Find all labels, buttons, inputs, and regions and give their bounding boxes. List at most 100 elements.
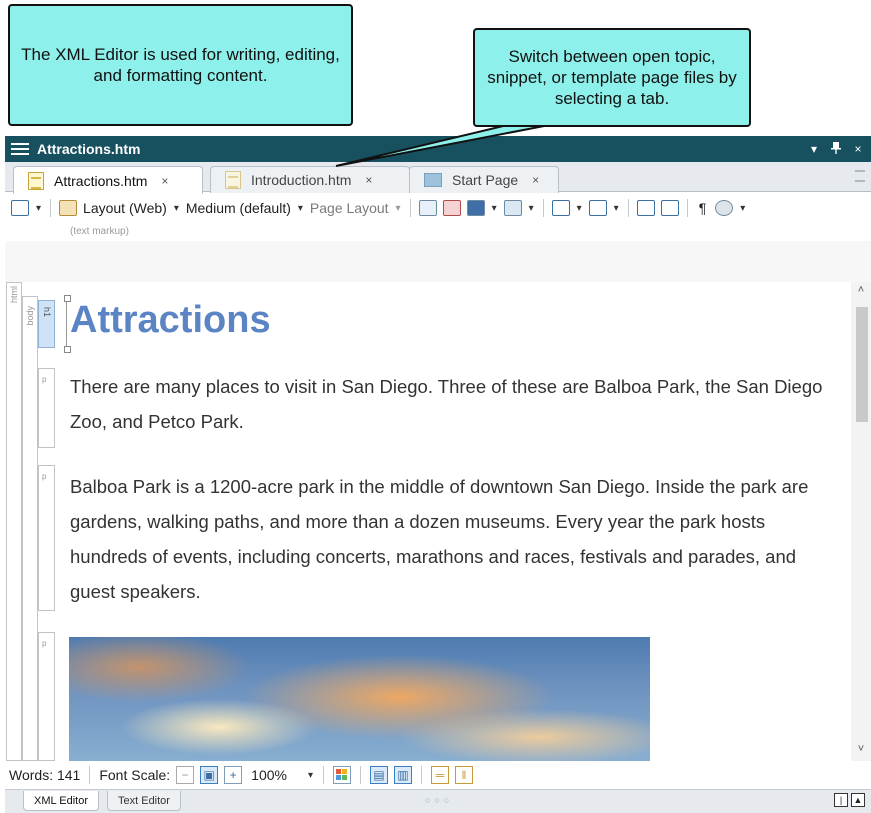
vertical-ruler-icon[interactable]: ‖ [455,766,474,784]
document-paragraph[interactable]: Balboa Park is a 1200-acre park in the m… [70,469,835,609]
horizontal-ruler-icon[interactable]: ═ [431,766,450,784]
window-title: Attractions.htm [37,141,141,157]
statusbar-separator [421,766,423,784]
pin-icon[interactable] [827,141,845,157]
medium-dropdown[interactable]: Medium (default) [186,200,291,216]
toolbar-separator [542,199,544,217]
text-dropdown[interactable]: ▾ [614,203,619,214]
toolbar-separator [50,199,52,217]
tab-text-editor[interactable]: Text Editor [107,791,181,811]
font-scale-label: Font Scale: [99,767,171,783]
text-markup-label: (text markup) [70,226,129,237]
word-count: Words: 141 [9,767,81,783]
vertical-scrollbar[interactable]: ˄ ˅ [851,282,871,761]
tab-start-page[interactable]: Start Page × [409,166,559,193]
preview-icon[interactable] [11,200,29,216]
variable-icon[interactable] [551,200,570,216]
document-paragraph[interactable]: There are many places to visit in San Di… [70,369,835,439]
scroll-down-icon[interactable]: ˅ [851,743,871,761]
menu-icon[interactable] [11,142,29,156]
font-scale-decrease-icon[interactable]: − [176,766,195,784]
resize-grip-icon[interactable]: ○○○ [425,795,453,805]
tab-close-icon[interactable]: × [532,173,539,187]
tab-label: Introduction.htm [251,172,352,188]
callout-tabs: Switch between open topic, snippet, or t… [473,28,751,127]
concept-icon[interactable] [660,200,679,216]
window-titlebar: Attractions.htm ▾ × [5,136,871,162]
tab-close-icon[interactable]: × [161,174,168,188]
page-layout-dropdown[interactable]: Page Layout [310,200,389,216]
editor-content[interactable]: html body h1 p p p Attractions There are… [5,282,871,761]
show-blocks-dropdown[interactable]: ▾ [492,203,497,214]
structure-label-p: p [42,639,47,648]
markers-icon[interactable] [503,200,522,216]
tracking-dropdown[interactable]: ▾ [740,203,745,214]
tab-close-icon[interactable]: × [365,173,372,187]
zoom-dropdown-icon[interactable]: ▾ [308,770,313,781]
statusbar-separator [323,766,325,784]
zoom-level[interactable]: 100% [251,767,287,783]
scrollbar-thumb[interactable] [856,307,868,422]
structure-label-p: p [42,375,47,384]
pilcrow-icon[interactable]: ¶ [699,200,707,216]
show-blocks-icon[interactable] [466,200,485,216]
xml-editor-window: Attractions.htm ▾ × Attractions.htm × In… [5,136,871,813]
markers-dropdown[interactable]: ▾ [529,203,534,214]
structure-bar-body[interactable] [22,296,38,761]
tab-introduction[interactable]: Introduction.htm × [210,166,410,193]
tab-label: Start Page [452,172,519,188]
text-icon[interactable] [588,200,607,216]
callout-xml-editor-text: The XML Editor is used for writing, edit… [21,45,340,85]
split-view-icon[interactable]: | [834,793,848,807]
font-scale-reset-icon[interactable]: ▣ [200,766,219,784]
sky-image[interactable] [69,637,650,761]
toolbar-separator [627,199,629,217]
statusbar-separator [360,766,362,784]
layout-dropdown-arrow[interactable]: ▾ [174,203,179,214]
editor-statusbar: Words: 141 Font Scale: − ▣ + 100% ▾ ▤ ▥ … [5,761,871,789]
editor-margin [5,241,871,282]
structure-label-html: html [9,286,19,304]
show-changes-icon[interactable] [442,200,461,216]
editor-toolbar: ▾ Layout (Web) ▾ Medium (default) ▾ Page… [5,193,871,223]
variable-dropdown[interactable]: ▾ [577,203,582,214]
index-icon[interactable] [636,200,655,216]
tab-overflow-icon[interactable] [855,170,865,182]
callout-xml-editor: The XML Editor is used for writing, edit… [8,4,353,126]
toolbar-separator [686,199,688,217]
preview-dropdown-icon[interactable]: ▾ [36,203,41,214]
tab-text-editor-label: Text Editor [118,794,170,807]
layout-dropdown[interactable]: Layout (Web) [83,200,167,216]
layout-icon [59,200,78,216]
structure-tag-p[interactable]: p [38,632,55,761]
structure-tag-h1[interactable]: h1 [38,300,55,348]
close-icon[interactable]: × [849,142,867,156]
tracking-icon[interactable] [715,200,734,216]
maximize-icon[interactable]: ▲ [851,793,865,807]
callout-tabs-text: Switch between open topic, snippet, or t… [487,47,737,108]
panel-toggle-icons: | ▲ [834,793,865,807]
tab-xml-editor[interactable]: XML Editor [23,791,100,811]
topic-file-icon [28,171,44,190]
page-layout-dropdown-arrow[interactable]: ▾ [396,203,401,214]
show-tags-icon[interactable] [418,200,437,216]
structure-tag-p[interactable]: p [38,368,55,448]
start-page-icon [424,173,442,187]
show-structure-left-icon[interactable]: ▤ [370,766,389,784]
tab-xml-editor-label: XML Editor [34,794,89,807]
document-heading[interactable]: Attractions [70,299,271,342]
structure-tag-p[interactable]: p [38,465,55,611]
medium-dropdown-arrow[interactable]: ▾ [298,203,303,214]
show-structure-top-icon[interactable]: ▥ [394,766,413,784]
structure-bar-html[interactable] [6,282,22,761]
color-grid-icon[interactable] [333,766,352,784]
tab-label: Attractions.htm [54,172,148,189]
editor-mode-tabs: XML Editor Text Editor ○○○ | ▲ [5,789,871,813]
topic-file-icon [225,171,241,189]
window-dropdown-icon[interactable]: ▾ [805,142,823,156]
structure-label-p: p [42,472,47,481]
scroll-up-icon[interactable]: ˄ [851,284,871,302]
tab-attractions[interactable]: Attractions.htm × [13,166,203,194]
font-scale-increase-icon[interactable]: + [224,766,243,784]
statusbar-separator [89,766,91,784]
